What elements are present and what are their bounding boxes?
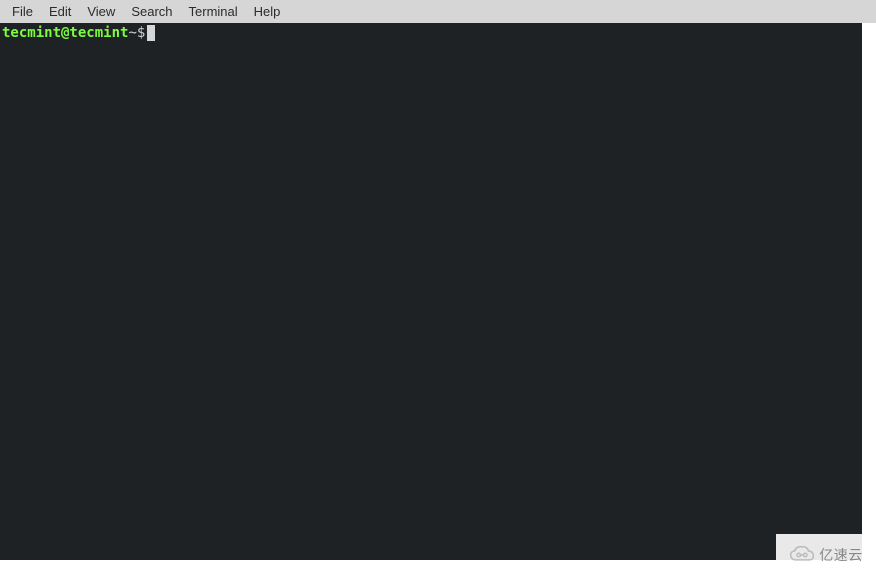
prompt-line: tecmint@tecmint ~ $ [2,24,862,42]
menu-terminal[interactable]: Terminal [181,1,246,22]
menu-view[interactable]: View [79,1,123,22]
menu-search[interactable]: Search [123,1,180,22]
menu-file[interactable]: File [4,1,41,22]
watermark-text: 亿速云 [819,545,863,565]
cloud-icon [789,545,815,565]
prompt-path: ~ [128,24,136,42]
menubar: File Edit View Search Terminal Help [0,0,876,23]
terminal-viewport[interactable]: tecmint@tecmint ~ $ [0,23,862,560]
scrollbar-vertical[interactable] [862,23,876,560]
menu-edit[interactable]: Edit [41,1,79,22]
prompt-user-host: tecmint@tecmint [2,24,128,42]
watermark: 亿速云 [776,534,876,576]
terminal-cursor [147,25,155,41]
prompt-symbol: $ [137,24,145,42]
bottom-strip [0,560,876,576]
menu-help[interactable]: Help [246,1,289,22]
